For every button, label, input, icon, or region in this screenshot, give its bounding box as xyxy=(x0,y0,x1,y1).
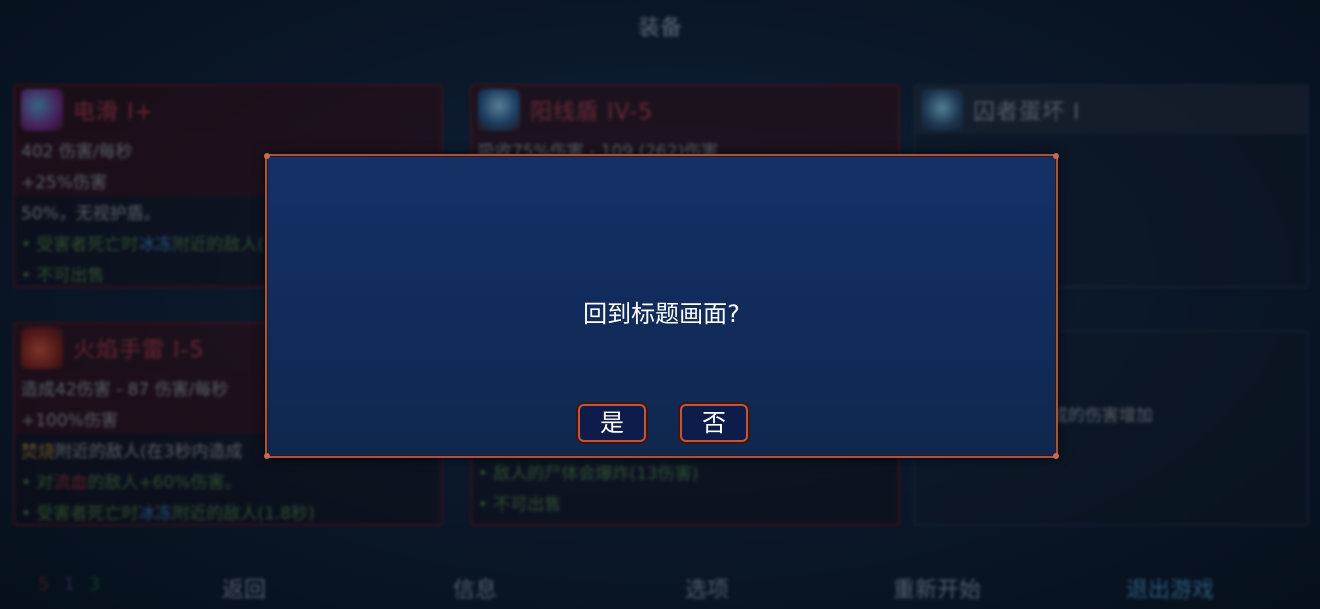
card-name: 电滑 I+ xyxy=(73,100,154,125)
card-header: 阳线盾 IV-5 xyxy=(472,86,898,134)
menu-info[interactable]: 信息 xyxy=(453,572,497,604)
stat-purple: 1 xyxy=(63,574,75,595)
menu-back[interactable]: 返回 xyxy=(222,572,266,604)
bottom-menu: 5 1 3 返回 信息 选项 重新开始 退出游戏 xyxy=(0,566,1320,606)
card-name: 囚者蛋坏 I xyxy=(973,100,1081,125)
card-note: • 受害者死亡时冰冻附近的敌人(1.8秒) xyxy=(21,504,315,524)
card-header: 囚者蛋坏 I xyxy=(915,86,1307,134)
card-name: 阳线盾 IV-5 xyxy=(530,100,654,125)
yes-button[interactable]: 是 xyxy=(578,404,646,442)
player-stats: 5 1 3 xyxy=(38,574,100,595)
screen-title: 装备 xyxy=(637,16,682,41)
menu-options[interactable]: 选项 xyxy=(685,572,729,604)
dialog-question: 回到标题画面? xyxy=(583,300,740,328)
lightning-item-icon xyxy=(21,89,63,131)
card-note: • 不可出售 xyxy=(478,495,562,515)
card-header: 电滑 I+ xyxy=(15,86,441,134)
stat-red: 5 xyxy=(38,574,50,595)
card-name: 火焰手雷 I-5 xyxy=(73,338,205,363)
menu-quit[interactable]: 退出游戏 xyxy=(1126,572,1214,604)
menu-restart[interactable]: 重新开始 xyxy=(893,572,981,604)
confirm-dialog: 回到标题画面? 是 否 xyxy=(264,153,1059,459)
stat-green: 3 xyxy=(88,574,101,595)
bowl-item-icon xyxy=(921,89,963,131)
card-note: • 敌人的尸体会爆炸(13伤害) xyxy=(478,464,699,484)
grenade-item-icon xyxy=(21,327,63,369)
no-button[interactable]: 否 xyxy=(680,404,748,442)
shield-item-icon xyxy=(478,89,520,131)
card-note: • 对流血的敌人+60%伤害。 xyxy=(21,473,242,493)
